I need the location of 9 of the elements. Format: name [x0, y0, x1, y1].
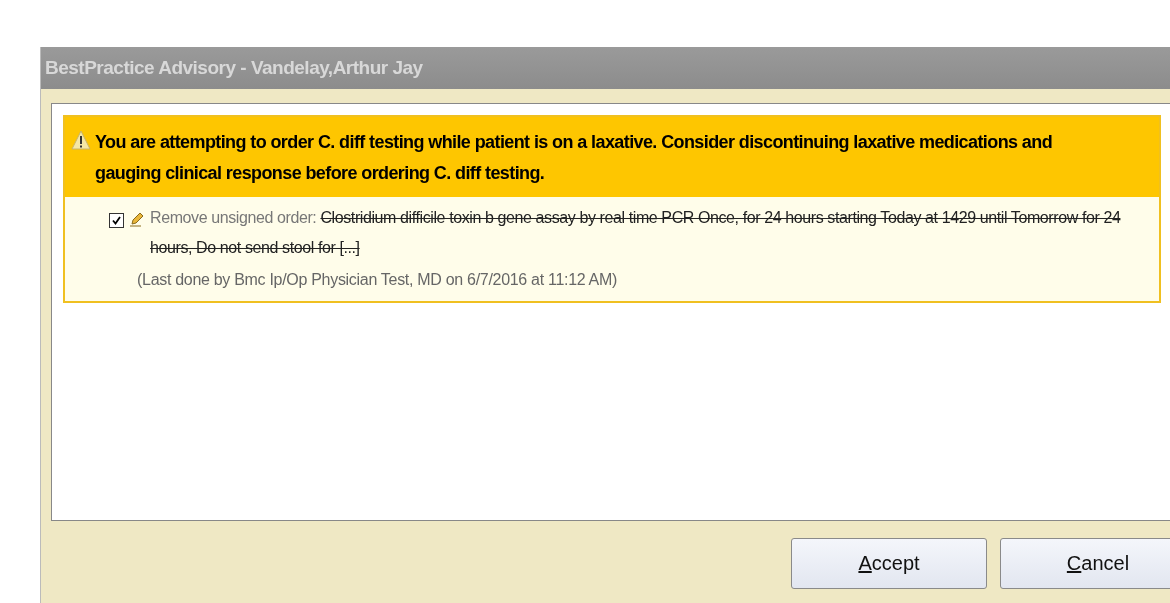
action-text: Remove unsigned order: Clostridium difficile toxin b gene assay by real time PCR Once, for 24 hours starting Today at 1429 until Tomorrow for 24 hours, Do not send stool for [...]: [150, 208, 1122, 258]
accept-button[interactable]: Accept: [791, 538, 987, 589]
advisory-message: You are attempting to order C. diff testing while patient is on a laxative. Consider discontinuing laxative medications and gauging clinical response before ordering C. diff testing.: [95, 131, 1054, 185]
warning-icon: [71, 129, 91, 151]
checkbox[interactable]: [109, 213, 124, 228]
pencil-icon: [129, 211, 145, 227]
cancel-button[interactable]: Cancel: [1000, 538, 1170, 589]
last-done-note: (Last done by Bmc Ip/Op Physician Test, MD on 6/7/2016 at 11:12 AM): [137, 271, 619, 289]
window-title: BestPractice Advisory - Vandelay,Arthur Jay: [45, 57, 423, 79]
